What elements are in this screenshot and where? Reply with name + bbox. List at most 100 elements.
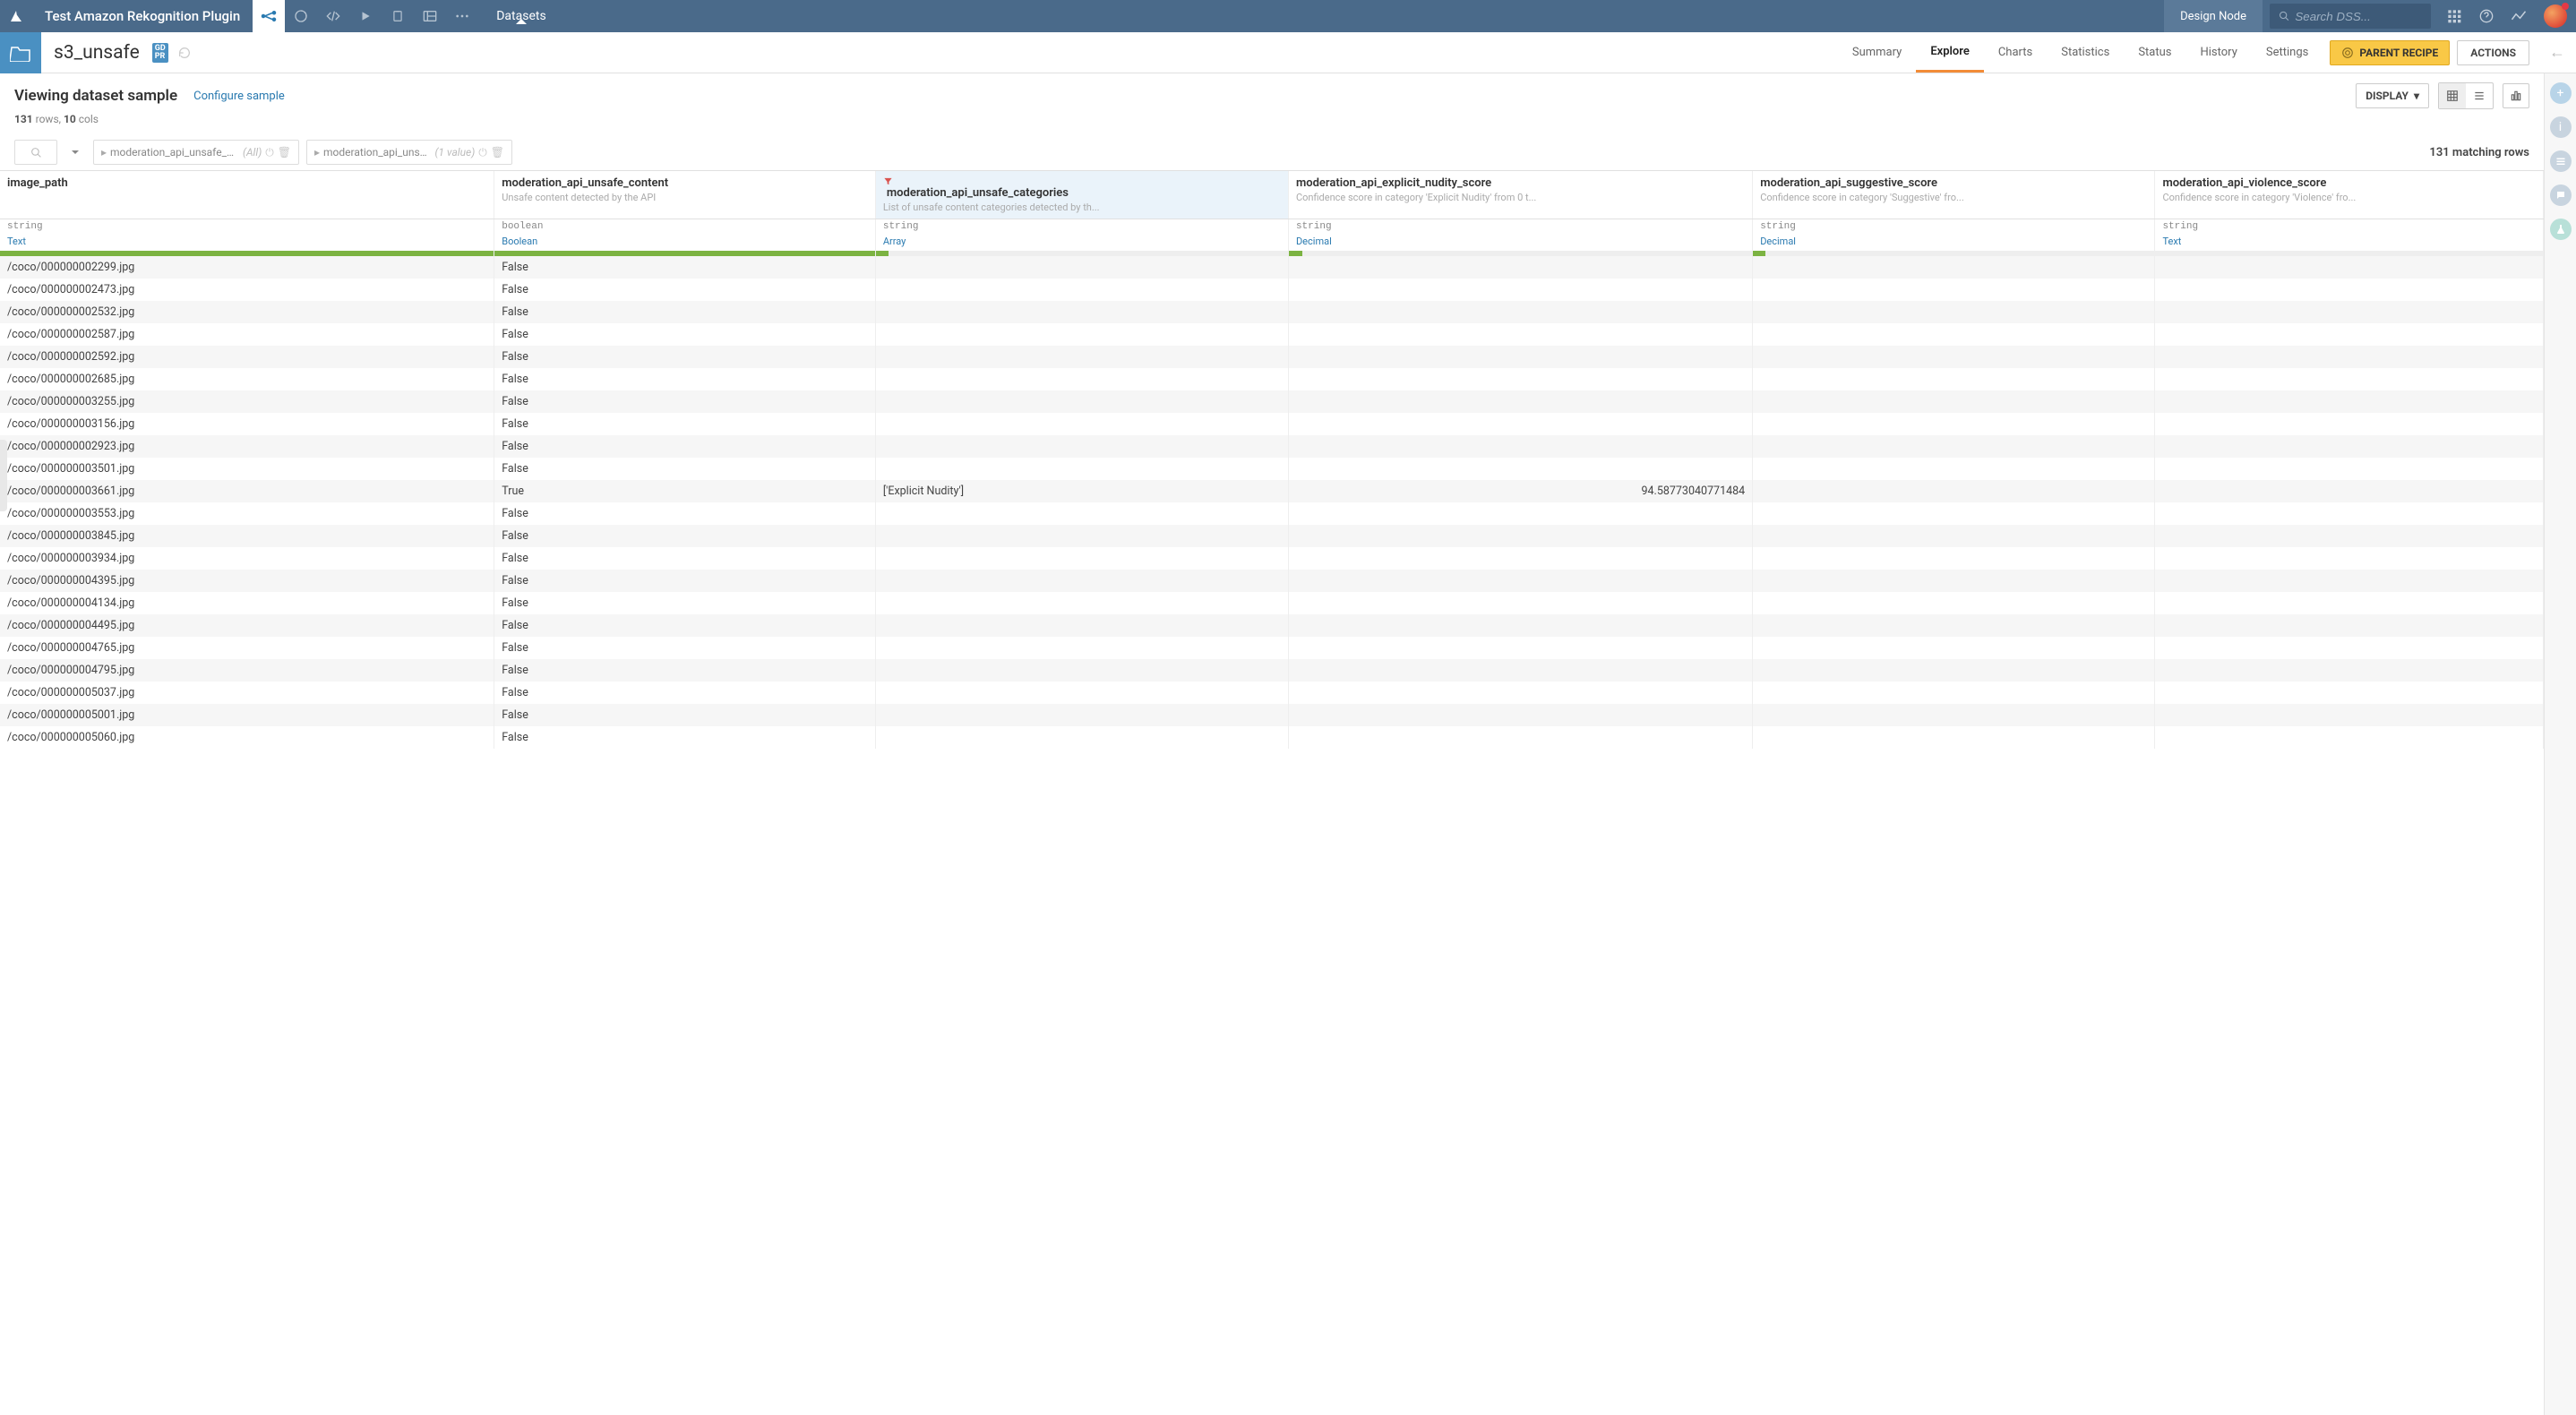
dashboard-icon[interactable] (414, 0, 446, 32)
cell[interactable] (1753, 525, 2155, 547)
help-icon[interactable] (2470, 0, 2503, 32)
table-row[interactable]: /coco/000000005001.jpgFalse (0, 704, 2544, 726)
cell[interactable] (1288, 390, 1752, 413)
cell[interactable] (1288, 368, 1752, 390)
cell[interactable]: /coco/000000004795.jpg (0, 659, 494, 682)
table-row[interactable]: /coco/000000003553.jpgFalse (0, 502, 2544, 525)
cell[interactable] (1753, 390, 2155, 413)
cell[interactable] (1753, 256, 2155, 279)
cell[interactable]: False (494, 614, 876, 637)
cell[interactable]: /coco/000000004495.jpg (0, 614, 494, 637)
cell[interactable] (1288, 547, 1752, 570)
cell[interactable] (2155, 704, 2544, 726)
rail-discuss-icon[interactable] (2550, 184, 2572, 206)
cell[interactable] (875, 547, 1288, 570)
tab-charts[interactable]: Charts (1984, 32, 2047, 73)
dataset-name[interactable]: s3_unsafe (41, 42, 152, 64)
cell[interactable] (875, 279, 1288, 301)
cell[interactable] (1288, 726, 1752, 749)
cell[interactable] (1288, 659, 1752, 682)
table-row[interactable]: /coco/000000002532.jpgFalse (0, 301, 2544, 323)
cell[interactable]: False (494, 637, 876, 659)
cell[interactable] (1288, 614, 1752, 637)
cell[interactable] (1753, 570, 2155, 592)
tab-settings[interactable]: Settings (2252, 32, 2323, 73)
cell[interactable]: /coco/000000002473.jpg (0, 279, 494, 301)
rail-schema-icon[interactable] (2550, 150, 2572, 172)
cell[interactable]: False (494, 323, 876, 346)
cell[interactable]: /coco/000000002923.jpg (0, 435, 494, 458)
cell[interactable] (2155, 279, 2544, 301)
design-node[interactable]: Design Node (2164, 0, 2263, 32)
cell[interactable] (1753, 726, 2155, 749)
parent-recipe-button[interactable]: PARENT RECIPE (2330, 40, 2450, 65)
cell[interactable]: /coco/000000003661.jpg (0, 480, 494, 502)
cell[interactable]: /coco/000000004395.jpg (0, 570, 494, 592)
dataiku-logo[interactable] (0, 8, 32, 24)
cell[interactable] (1288, 301, 1752, 323)
table-row[interactable]: /coco/000000004765.jpgFalse (0, 637, 2544, 659)
actions-button[interactable]: ACTIONS (2457, 40, 2529, 65)
cell[interactable] (1288, 256, 1752, 279)
tab-status[interactable]: Status (2124, 32, 2185, 73)
cell[interactable]: False (494, 368, 876, 390)
column-meaning[interactable]: Boolean (502, 236, 537, 247)
cell[interactable] (1753, 480, 2155, 502)
column-header[interactable]: moderation_api_explicit_nudity_scoreConf… (1288, 171, 1752, 219)
cell[interactable]: /coco/000000002299.jpg (0, 256, 494, 279)
cell[interactable] (2155, 301, 2544, 323)
cell[interactable] (1753, 502, 2155, 525)
cell[interactable]: True (494, 480, 876, 502)
table-row[interactable]: /coco/000000004495.jpgFalse (0, 614, 2544, 637)
column-header[interactable]: moderation_api_violence_scoreConfidence … (2155, 171, 2544, 219)
cell[interactable]: False (494, 525, 876, 547)
more-icon[interactable] (446, 0, 478, 32)
table-row[interactable]: /coco/000000003661.jpgTrue['Explicit Nud… (0, 480, 2544, 502)
table-row[interactable]: /coco/000000004395.jpgFalse (0, 570, 2544, 592)
tab-summary[interactable]: Summary (1838, 32, 1916, 73)
cell[interactable] (1753, 614, 2155, 637)
columns-view-button[interactable] (2503, 83, 2529, 108)
cell[interactable] (875, 570, 1288, 592)
table-row[interactable]: /coco/000000004795.jpgFalse (0, 659, 2544, 682)
column-header[interactable]: moderation_api_unsafe_categoriesList of … (875, 171, 1288, 219)
cell[interactable] (875, 368, 1288, 390)
cell[interactable] (1288, 458, 1752, 480)
cell[interactable] (875, 614, 1288, 637)
cell[interactable] (1288, 570, 1752, 592)
table-wrap[interactable]: image_pathmoderation_api_unsafe_contentU… (0, 170, 2544, 1415)
cell[interactable] (875, 637, 1288, 659)
cell[interactable] (2155, 256, 2544, 279)
cell[interactable] (1288, 592, 1752, 614)
cell[interactable]: /coco/000000004765.jpg (0, 637, 494, 659)
breadcrumb[interactable]: Datasets (478, 9, 563, 23)
table-row[interactable]: /coco/000000003255.jpgFalse (0, 390, 2544, 413)
cell[interactable] (875, 323, 1288, 346)
filter-search-button[interactable] (14, 140, 57, 165)
rail-info-icon[interactable]: i (2550, 116, 2572, 138)
cell[interactable] (1753, 413, 2155, 435)
cell[interactable] (875, 659, 1288, 682)
cell[interactable]: False (494, 659, 876, 682)
cell[interactable] (1288, 637, 1752, 659)
tab-explore[interactable]: Explore (1916, 32, 1984, 73)
cell[interactable] (875, 682, 1288, 704)
clipboard-icon[interactable] (382, 0, 414, 32)
power-icon[interactable]: ⏻ (265, 146, 274, 159)
cell[interactable] (1753, 346, 2155, 368)
project-name[interactable]: Test Amazon Rekognition Plugin (32, 8, 253, 24)
column-meaning[interactable]: Decimal (1296, 236, 1332, 247)
cell[interactable] (1288, 525, 1752, 547)
column-header[interactable]: moderation_api_unsafe_contentUnsafe cont… (494, 171, 876, 219)
cell[interactable] (2155, 659, 2544, 682)
cell[interactable] (875, 704, 1288, 726)
cell[interactable] (1288, 502, 1752, 525)
cell[interactable] (1288, 323, 1752, 346)
cell[interactable] (1753, 458, 2155, 480)
cell[interactable] (875, 256, 1288, 279)
cell[interactable] (875, 525, 1288, 547)
cell[interactable] (2155, 682, 2544, 704)
column-header[interactable]: image_path (0, 171, 494, 219)
cell[interactable] (1753, 682, 2155, 704)
cell[interactable] (875, 346, 1288, 368)
